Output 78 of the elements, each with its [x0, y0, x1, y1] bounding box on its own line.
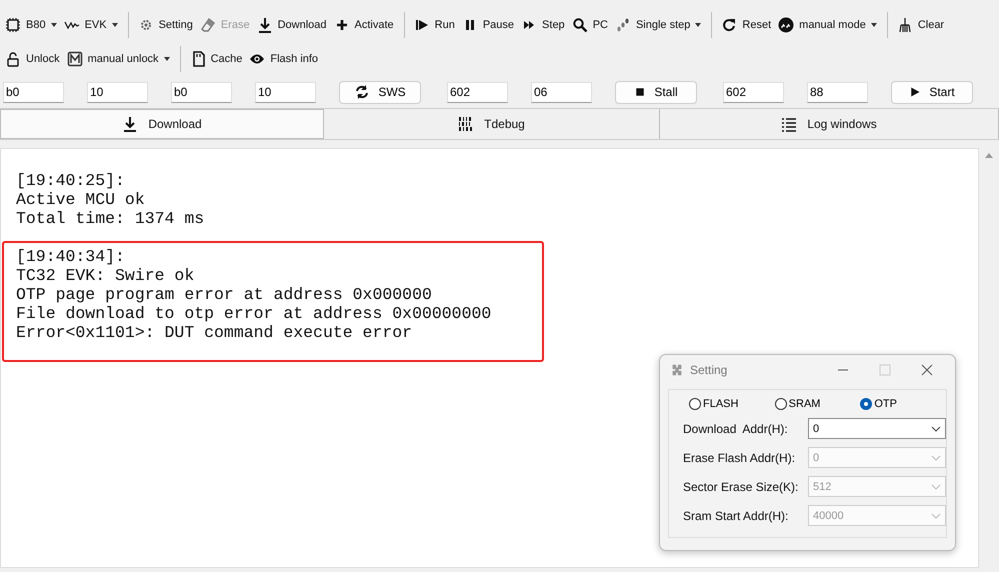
radio-option[interactable]: OTP [860, 398, 946, 410]
download-icon [256, 17, 273, 33]
stop-icon [634, 86, 646, 98]
letter-m-icon [66, 51, 83, 67]
toolbar-dropdown[interactable]: EVK [60, 14, 121, 36]
toolbar-button[interactable]: Download [254, 14, 330, 36]
caret-icon [112, 23, 118, 27]
toolbar-dropdown[interactable]: B80 [2, 14, 60, 36]
maximize-icon [879, 364, 891, 376]
toolbar-button[interactable]: Run [410, 14, 458, 36]
toolbar-button[interactable]: Clear [894, 14, 948, 36]
radio-circle[interactable] [689, 398, 701, 410]
puzzle-icon [670, 363, 684, 377]
caret-icon [695, 23, 702, 27]
log-line: Active MCU ok [16, 190, 146, 209]
chevron-down-icon [931, 484, 941, 490]
log-line: Error<0x1101>: DUT command execute error [16, 323, 414, 342]
toolbar-button[interactable]: Reset [718, 14, 774, 36]
toolbar-dropdown[interactable]: manual unlock [64, 48, 173, 70]
input-field[interactable]: b0 [3, 82, 64, 102]
toolbar-button[interactable]: Setting [134, 14, 196, 36]
toolbar-button[interactable]: Pause [458, 14, 518, 36]
field-label: Sector Erase Size(K): [683, 480, 800, 494]
input-field[interactable]: 06 [531, 82, 592, 102]
log-line: OTP page program error at address 0x000000 [16, 285, 433, 304]
log-line: TC32 EVK: Swire ok [16, 266, 196, 285]
log-line: Total time: 1374 ms [16, 209, 206, 228]
caret-icon [870, 23, 877, 27]
binary-grid-icon [458, 116, 474, 132]
toolbar-dropdown[interactable]: manual mode [775, 14, 880, 36]
toolbar-button[interactable]: Cache [186, 48, 246, 70]
command-button[interactable]: Stall [615, 80, 697, 104]
field-label: Erase Flash Addr(H): [683, 450, 796, 464]
log-line: [19:40:25]: [16, 171, 126, 190]
chevron-down-icon [931, 454, 941, 460]
footsteps-icon [614, 17, 631, 33]
input-field[interactable]: 10 [87, 82, 148, 102]
dialog-title: Setting [690, 363, 728, 377]
combo-box[interactable]: 0 [808, 418, 946, 439]
input-field[interactable]: 10 [255, 82, 316, 102]
radio-circle[interactable] [774, 398, 787, 410]
radio-option[interactable]: SRAM [774, 398, 860, 410]
search-icon [572, 17, 588, 33]
eraser-icon [200, 17, 216, 33]
refresh-icon [354, 84, 370, 100]
play-icon [909, 86, 922, 98]
broom-icon [896, 17, 913, 33]
close-icon [921, 364, 933, 376]
toolbar-button[interactable]: Unlock [2, 48, 63, 70]
list-icon [781, 116, 798, 132]
toolbar-button[interactable]: Flash info [246, 48, 322, 70]
tab[interactable]: Download [0, 109, 324, 139]
toolbar-button[interactable]: PC [568, 14, 611, 36]
input-field[interactable]: 602 [723, 82, 784, 102]
reset-icon [721, 17, 738, 33]
log-line: File download to otp error at address 0x00000000 [16, 304, 492, 323]
field-label: Sram Start Addr(H): [683, 508, 790, 522]
chip-icon [5, 17, 21, 33]
radio-option[interactable]: FLASH [689, 398, 775, 410]
input-field[interactable]: 88 [807, 82, 868, 102]
caret-icon [164, 57, 170, 61]
command-button[interactable]: SWS [339, 80, 421, 104]
command-button[interactable]: Start [891, 80, 973, 104]
unlocked-padlock-icon [5, 51, 21, 67]
toolbar-button[interactable]: Step [518, 14, 568, 36]
caret-icon [50, 23, 57, 27]
input-field[interactable]: 602 [447, 82, 508, 102]
chevron-down-icon [931, 426, 941, 432]
download-icon [122, 116, 138, 132]
run-icon [414, 17, 430, 33]
input-field[interactable]: b0 [171, 82, 232, 102]
radio-circle[interactable] [860, 398, 872, 410]
field-label: Download Addr(H): [683, 422, 789, 436]
log-line: [19:40:34]: [16, 247, 126, 266]
mode-circle-icon [778, 17, 794, 33]
toolbar-button[interactable]: Activate [330, 14, 397, 36]
chevron-down-icon [931, 512, 941, 518]
toolbar-dropdown[interactable]: Single step [612, 14, 704, 36]
